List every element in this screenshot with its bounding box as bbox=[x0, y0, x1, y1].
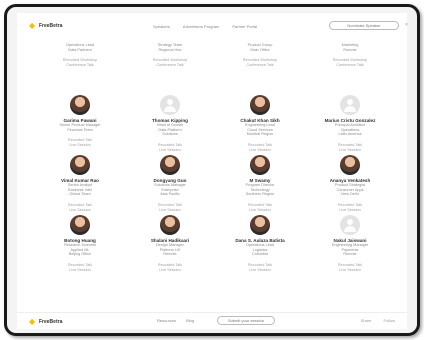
speaker-card[interactable]: Strategy Team Regional Hub Recorded Worksh… bbox=[125, 43, 215, 67]
session-meta[interactable]: Live Session bbox=[215, 148, 305, 153]
speaker-card[interactable]: Thomas Kipping Head of Growth Data Platfor… bbox=[125, 95, 215, 152]
session-meta[interactable]: Live Session bbox=[35, 268, 125, 273]
speaker-card[interactable]: Botong Huang Research Scientist Applied ML… bbox=[35, 215, 125, 272]
speaker-photo bbox=[70, 95, 90, 115]
speaker-card[interactable]: Vimal Kumar Rao Senior Analyst Business In… bbox=[35, 155, 125, 212]
speaker-card[interactable]: Product Group Main Office Recorded Worksho… bbox=[215, 43, 305, 67]
nav-links: Speakers Advertisers Program Partner Por… bbox=[153, 24, 257, 29]
brand-name: FreeBetra bbox=[39, 22, 63, 29]
nominate-speaker-button[interactable]: Nominate Speaker bbox=[329, 21, 399, 30]
avatar-placeholder-icon bbox=[340, 95, 360, 115]
speaker-card[interactable]: Dongyang Guo Solutions Manager Enterprise A… bbox=[125, 155, 215, 212]
brand-logo[interactable]: ◆ FreeBetra bbox=[29, 21, 63, 30]
session-meta[interactable]: Live Session bbox=[35, 208, 125, 213]
bottom-brand-name: FreeBetra bbox=[39, 318, 63, 325]
speaker-photo bbox=[340, 155, 360, 175]
nav-link-advertisers[interactable]: Advertisers Program bbox=[183, 24, 219, 29]
follow-link[interactable]: Follow bbox=[383, 318, 395, 323]
session-meta[interactable]: Live Session bbox=[125, 148, 215, 153]
bottom-link-resources[interactable]: Resources bbox=[157, 318, 176, 323]
close-icon[interactable]: × bbox=[405, 22, 408, 28]
speaker-photo bbox=[160, 215, 180, 235]
nav-link-speakers[interactable]: Speakers bbox=[153, 24, 170, 29]
speaker-card[interactable]: Nakul Jaiswani Engineering Manager Payment… bbox=[305, 215, 395, 272]
top-nav: ◆ FreeBetra Speakers Advertisers Program… bbox=[17, 13, 408, 39]
speaker-card[interactable]: Operations Lead Data Partners Recorded Wor… bbox=[35, 43, 125, 67]
avatar-placeholder-icon bbox=[160, 95, 180, 115]
session-meta[interactable]: Live Session bbox=[305, 208, 395, 213]
session-meta[interactable]: Live Session bbox=[125, 208, 215, 213]
session-meta[interactable]: Conference Talk bbox=[305, 63, 395, 68]
speaker-card[interactable]: M Swamy Program Director Technology Souther… bbox=[215, 155, 305, 212]
session-meta[interactable]: Live Session bbox=[215, 208, 305, 213]
brand-mark-icon: ◆ bbox=[29, 21, 36, 30]
speaker-card[interactable]: Marketing Remote Recorded Workshop Conferen… bbox=[305, 43, 395, 67]
speaker-photo bbox=[70, 215, 90, 235]
share-link[interactable]: Share bbox=[361, 318, 372, 323]
session-meta[interactable]: Live Session bbox=[215, 268, 305, 273]
session-meta[interactable]: Live Session bbox=[35, 143, 125, 148]
speaker-photo bbox=[70, 155, 90, 175]
session-meta[interactable]: Live Session bbox=[125, 268, 215, 273]
speaker-photo bbox=[160, 155, 180, 175]
speaker-card[interactable]: Ananya Venkatesh Product Strategist Consum… bbox=[305, 155, 395, 212]
nav-link-partner[interactable]: Partner Portal bbox=[232, 24, 257, 29]
speaker-card[interactable]: Garima Pawani Senior Product Manager Finan… bbox=[35, 95, 125, 148]
bottom-brand[interactable]: ◆ FreeBetra bbox=[29, 317, 63, 326]
bottom-link-blog[interactable]: Blog bbox=[186, 318, 194, 323]
session-meta[interactable]: Conference Talk bbox=[35, 63, 125, 68]
speaker-card[interactable]: Dana S. Aulaza Batista Operations Lead Log… bbox=[215, 215, 305, 272]
speaker-photo bbox=[250, 155, 270, 175]
bottom-bar: ◆ FreeBetra Resources Blog Submit your s… bbox=[17, 312, 407, 329]
bottom-actions: Share Follow bbox=[361, 318, 395, 323]
speaker-card[interactable]: Shalani Hadikaari Design Manager Platform … bbox=[125, 215, 215, 272]
browser-frame: ◆ FreeBetra Speakers Advertisers Program… bbox=[4, 4, 420, 336]
speaker-page: ◆ FreeBetra Speakers Advertisers Program… bbox=[17, 13, 408, 329]
speaker-card[interactable]: Chakut Khan Sikh Engineering Lead Cloud Se… bbox=[215, 95, 305, 152]
session-meta[interactable]: Conference Talk bbox=[125, 63, 215, 68]
avatar-placeholder-icon bbox=[340, 215, 360, 235]
session-meta[interactable]: Conference Talk bbox=[215, 63, 305, 68]
bottom-brand-mark-icon: ◆ bbox=[29, 317, 36, 326]
submit-session-button[interactable]: Submit your session bbox=[217, 316, 275, 325]
speaker-card[interactable]: Marius Cristu Gonzalez Principal Architec… bbox=[305, 95, 395, 152]
session-meta[interactable]: Live Session bbox=[305, 148, 395, 153]
speaker-photo bbox=[250, 95, 270, 115]
bottom-links: Resources Blog bbox=[157, 318, 194, 323]
speaker-photo bbox=[250, 215, 270, 235]
session-meta[interactable]: Live Session bbox=[305, 268, 395, 273]
